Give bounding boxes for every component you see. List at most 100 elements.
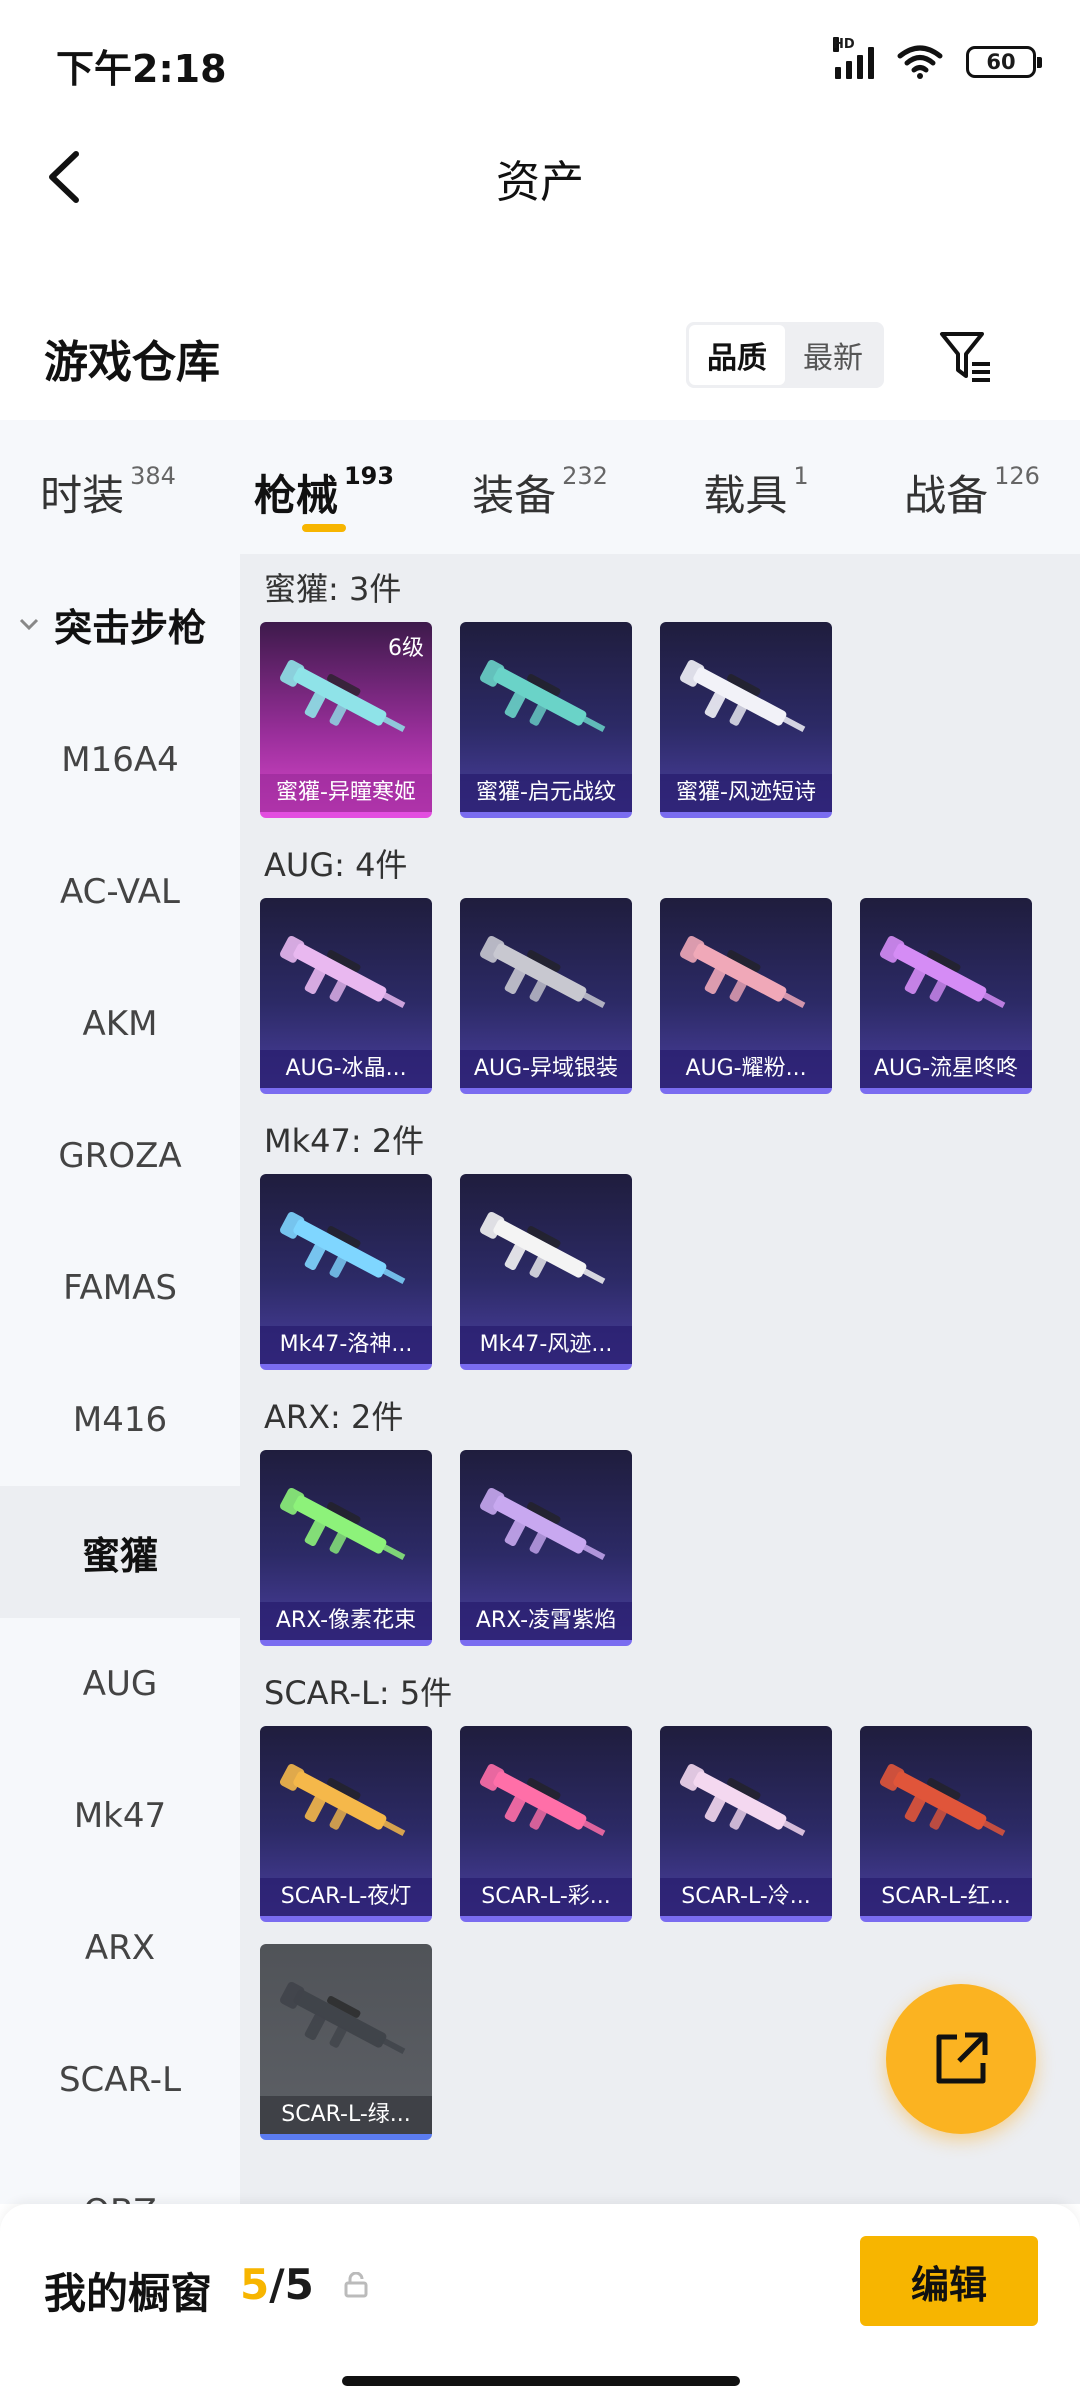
warehouse-title: 游戏仓库 xyxy=(44,337,220,388)
showcase-count: 5/5 xyxy=(240,2260,314,2309)
section-title: ARX: 2件 xyxy=(264,1398,404,1436)
sidebar-item-ac-val[interactable]: AC-VAL xyxy=(0,826,240,958)
weapon-card[interactable]: 蜜獾-启元战纹 xyxy=(460,622,632,818)
rifle-icon xyxy=(279,935,406,1009)
sort-option-quality[interactable]: 品质 xyxy=(689,325,785,385)
sort-toggle: 品质 最新 xyxy=(686,322,884,388)
rifle-icon xyxy=(679,935,806,1009)
sidebar-item-m16a4[interactable]: M16A4 xyxy=(0,694,240,826)
tab-count: 1 xyxy=(793,462,809,490)
weapon-card-label: 蜜獾-风迹短诗 xyxy=(660,774,832,812)
share-button[interactable] xyxy=(886,1984,1036,2134)
weapon-card-label: AUG-流星咚咚 xyxy=(860,1050,1032,1088)
weapon-card[interactable]: Mk47-风迹... xyxy=(460,1174,632,1370)
weapon-card[interactable]: ARX-像素花束 xyxy=(260,1450,432,1646)
share-icon xyxy=(936,2032,988,2084)
weapon-card[interactable]: 蜜獾-风迹短诗 xyxy=(660,622,832,818)
wifi-icon xyxy=(897,45,943,79)
weapon-card-label: AUG-耀粉... xyxy=(660,1050,832,1088)
tab-label: 装备 xyxy=(472,471,557,520)
filter-button[interactable] xyxy=(936,326,996,386)
weapon-card-label: AUG-冰晶... xyxy=(260,1050,432,1088)
sort-option-newest[interactable]: 最新 xyxy=(785,325,881,385)
battery-icon: 60 xyxy=(966,46,1042,78)
sidebar-item-arx[interactable]: ARX xyxy=(0,1882,240,2014)
warehouse-header: 游戏仓库 品质 最新 xyxy=(0,300,1080,410)
tab-label: 时装 xyxy=(40,471,125,520)
page-title: 资产 xyxy=(496,157,584,208)
section-title: Mk47: 2件 xyxy=(264,1122,425,1160)
category-tabs: 时装 384 枪械 193 装备 232 载具 1 战备 126 xyxy=(0,420,1080,554)
rifle-icon xyxy=(879,935,1006,1009)
weapon-card[interactable]: SCAR-L-红... xyxy=(860,1726,1032,1922)
weapon-card[interactable]: SCAR-L-绿... xyxy=(260,1944,432,2140)
weapon-card-label: SCAR-L-绿... xyxy=(260,2096,432,2134)
weapon-grid: 蜜獾: 3件 6级 蜜獾-异瞳寒姬 蜜獾-启元战纹 蜜獾-风迹短诗 AUG: 4件 AUG-… xyxy=(240,554,1080,2204)
weapon-card[interactable]: 6级 蜜獾-异瞳寒姬 xyxy=(260,622,432,818)
rifle-icon xyxy=(479,1763,606,1837)
showcase-count-total: /5 xyxy=(269,2260,314,2309)
filter-icon xyxy=(940,332,990,382)
hd-badge: HD xyxy=(833,37,855,52)
tab-count: 193 xyxy=(343,462,395,490)
tab-label: 载具 xyxy=(703,471,788,520)
rifle-icon xyxy=(279,1763,406,1837)
tab-label: 战备 xyxy=(904,471,989,520)
rifle-icon xyxy=(479,935,606,1009)
tab-equipment[interactable]: 装备 232 xyxy=(432,420,648,554)
sidebar-item-m416[interactable]: M416 xyxy=(0,1354,240,1486)
weapon-card[interactable]: AUG-耀粉... xyxy=(660,898,832,1094)
sidebar-item-scar-l[interactable]: SCAR-L xyxy=(0,2014,240,2146)
weapon-card[interactable]: AUG-异域银装 xyxy=(460,898,632,1094)
weapon-card[interactable]: SCAR-L-冷... xyxy=(660,1726,832,1922)
section-title: SCAR-L: 5件 xyxy=(264,1674,453,1712)
tab-count: 232 xyxy=(562,462,608,490)
sidebar-item-mk47[interactable]: Mk47 xyxy=(0,1750,240,1882)
edit-button[interactable]: 编辑 xyxy=(860,2236,1038,2326)
weapon-card-label: AUG-异域银装 xyxy=(460,1050,632,1088)
section-title: 蜜獾: 3件 xyxy=(264,570,402,608)
sidebar-item-famas[interactable]: FAMAS xyxy=(0,1222,240,1354)
weapon-card-label: 蜜獾-异瞳寒姬 xyxy=(260,774,432,812)
rifle-icon xyxy=(279,1981,406,2055)
tab-count: 126 xyxy=(994,462,1040,490)
tab-supplies[interactable]: 战备 126 xyxy=(864,420,1080,554)
tab-costume[interactable]: 时装 384 xyxy=(0,420,216,554)
status-bar: 下午2:18 HD 60 xyxy=(0,0,1080,120)
weapon-card-label: ARX-凌霄紫焰 xyxy=(460,1602,632,1640)
sidebar-group-assault-rifles[interactable]: 突击步枪 xyxy=(0,554,240,694)
weapon-card-label: SCAR-L-夜灯 xyxy=(260,1878,432,1916)
rifle-icon xyxy=(879,1763,1006,1837)
sidebar-item-akm[interactable]: AKM xyxy=(0,958,240,1090)
weapon-card-label: SCAR-L-红... xyxy=(860,1878,1032,1916)
weapon-card[interactable]: AUG-冰晶... xyxy=(260,898,432,1094)
status-time: 下午2:18 xyxy=(56,47,227,91)
rifle-icon xyxy=(479,659,606,733)
weapon-type-sidebar: 突击步枪 M16A4 AC-VAL AKM GROZA FAMAS M416 蜜… xyxy=(0,554,240,2204)
section-title: AUG: 4件 xyxy=(264,846,408,884)
weapon-card-label: SCAR-L-冷... xyxy=(660,1878,832,1916)
chevron-down-icon xyxy=(19,618,39,631)
sidebar-item-groza[interactable]: GROZA xyxy=(0,1090,240,1222)
sidebar-group-label: 突击步枪 xyxy=(54,605,207,650)
screen: 下午2:18 HD 60 资产 游戏仓库 品质 最新 时装 384 枪械 193… xyxy=(0,0,1080,2400)
weapon-card[interactable]: SCAR-L-彩... xyxy=(460,1726,632,1922)
tab-vehicles[interactable]: 载具 1 xyxy=(648,420,864,554)
rifle-icon xyxy=(479,1487,606,1561)
sidebar-item-qbz[interactable]: QBZ xyxy=(0,2146,240,2204)
weapon-card[interactable]: Mk47-洛神... xyxy=(260,1174,432,1370)
weapon-card[interactable]: AUG-流星咚咚 xyxy=(860,898,1032,1094)
tab-label: 枪械 xyxy=(253,471,338,520)
weapon-card-label: SCAR-L-彩... xyxy=(460,1878,632,1916)
home-indicator xyxy=(342,2376,740,2386)
weapon-card[interactable]: ARX-凌霄紫焰 xyxy=(460,1450,632,1646)
tab-weapons[interactable]: 枪械 193 xyxy=(216,420,432,554)
rifle-icon xyxy=(479,1211,606,1285)
tab-count: 384 xyxy=(130,462,176,490)
sidebar-item-honey-badger[interactable]: 蜜獾 xyxy=(0,1486,240,1618)
rifle-icon xyxy=(679,1763,806,1837)
rifle-icon xyxy=(279,1211,406,1285)
weapon-card[interactable]: SCAR-L-夜灯 xyxy=(260,1726,432,1922)
sidebar-item-aug[interactable]: AUG xyxy=(0,1618,240,1750)
showcase-count-current: 5 xyxy=(240,2260,270,2309)
